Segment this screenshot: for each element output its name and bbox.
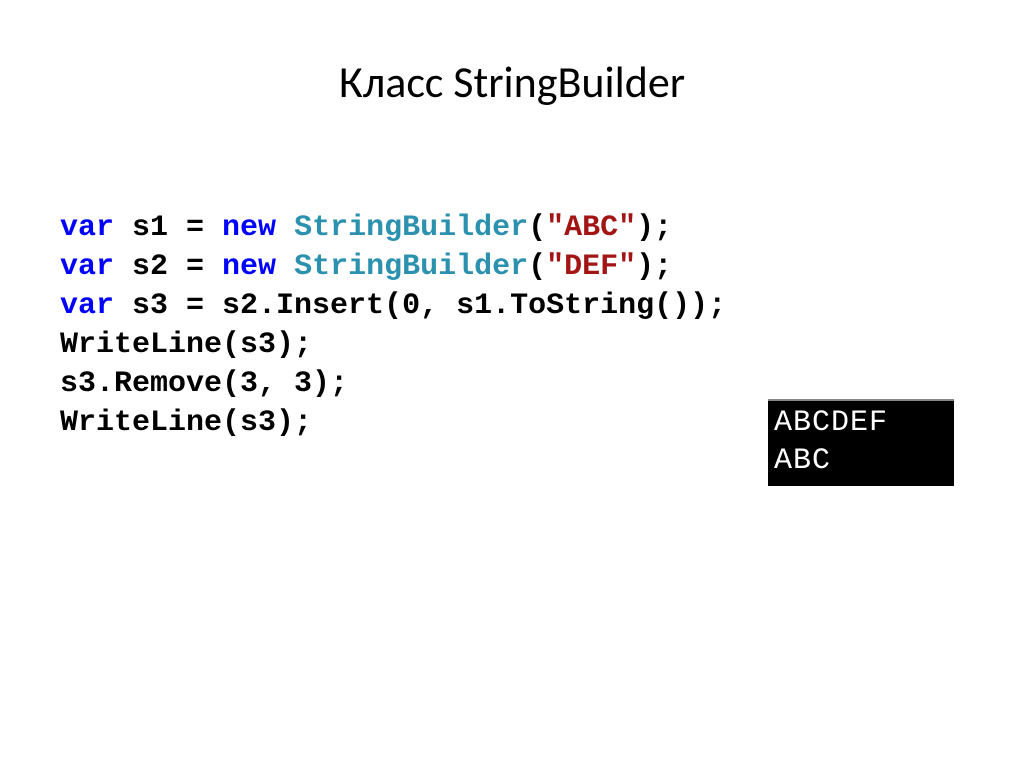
slide-title: Класс StringBuilder bbox=[60, 55, 964, 109]
code-text: s3 = s2.Insert(0, s1.ToString()); bbox=[114, 289, 726, 323]
keyword-var: var bbox=[60, 250, 114, 284]
type-name: StringBuilder bbox=[294, 211, 528, 245]
string-literal: "DEF" bbox=[546, 250, 636, 284]
code-text bbox=[276, 211, 294, 245]
string-literal: "ABC" bbox=[546, 211, 636, 245]
console-output: ABCDEF ABC bbox=[768, 399, 954, 486]
code-line-2: var s2 = new StringBuilder("DEF"); bbox=[60, 248, 964, 287]
code-text: s1 = bbox=[114, 211, 222, 245]
keyword-new: new bbox=[222, 211, 276, 245]
output-line-2: ABC bbox=[774, 443, 946, 481]
code-line-3: var s3 = s2.Insert(0, s1.ToString()); bbox=[60, 287, 964, 326]
code-line-4: WriteLine(s3); bbox=[60, 326, 964, 365]
keyword-var: var bbox=[60, 211, 114, 245]
output-line-1: ABCDEF bbox=[774, 405, 946, 443]
code-line-1: var s1 = new StringBuilder("ABC"); bbox=[60, 209, 964, 248]
slide-container: Класс StringBuilder var s1 = new StringB… bbox=[0, 0, 1024, 767]
code-text: ); bbox=[636, 211, 672, 245]
code-text: ); bbox=[636, 250, 672, 284]
code-text: ( bbox=[528, 250, 546, 284]
keyword-new: new bbox=[222, 250, 276, 284]
code-text bbox=[276, 250, 294, 284]
code-text: ( bbox=[528, 211, 546, 245]
code-text: s2 = bbox=[114, 250, 222, 284]
type-name: StringBuilder bbox=[294, 250, 528, 284]
keyword-var: var bbox=[60, 289, 114, 323]
